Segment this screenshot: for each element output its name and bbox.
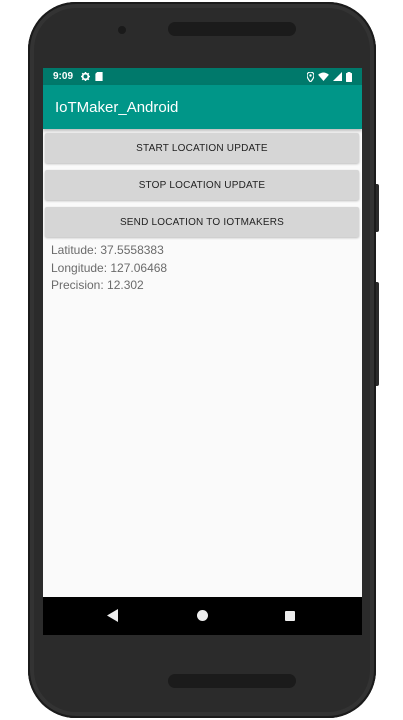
battery-icon xyxy=(346,71,352,82)
recent-apps-icon[interactable] xyxy=(285,611,295,621)
gear-icon xyxy=(81,72,91,81)
start-location-update-button[interactable]: START LOCATION UPDATE xyxy=(45,133,359,163)
home-icon[interactable] xyxy=(197,610,208,621)
sd-card-icon xyxy=(95,72,103,81)
latitude-text: Latitude: 37.5558383 xyxy=(51,243,164,257)
cell-signal-icon xyxy=(333,72,342,81)
send-location-button[interactable]: SEND LOCATION TO IOTMAKERS xyxy=(45,207,359,237)
stop-location-update-button[interactable]: STOP LOCATION UPDATE xyxy=(45,170,359,200)
bottom-speaker xyxy=(168,674,296,688)
wifi-icon xyxy=(318,72,329,81)
longitude-text: Longitude: 127.06468 xyxy=(51,260,168,275)
back-icon[interactable] xyxy=(107,609,118,622)
status-time: 9:09 xyxy=(53,71,74,82)
location-readouts: Latitude: 37.5558383 Longitude: 127.0646… xyxy=(51,242,167,295)
front-camera xyxy=(118,26,126,34)
screen: 9:09 IoTMaker_Android START LOCATION UPD… xyxy=(43,68,362,635)
precision-text: Precision: 12.302 xyxy=(51,278,144,292)
navigation-bar xyxy=(43,597,362,635)
app-title: IoTMaker_Android xyxy=(55,98,179,116)
top-speaker xyxy=(168,22,296,36)
status-bar: 9:09 xyxy=(43,68,362,85)
app-bar: IoTMaker_Android xyxy=(43,85,362,129)
location-pin-icon xyxy=(307,71,314,82)
